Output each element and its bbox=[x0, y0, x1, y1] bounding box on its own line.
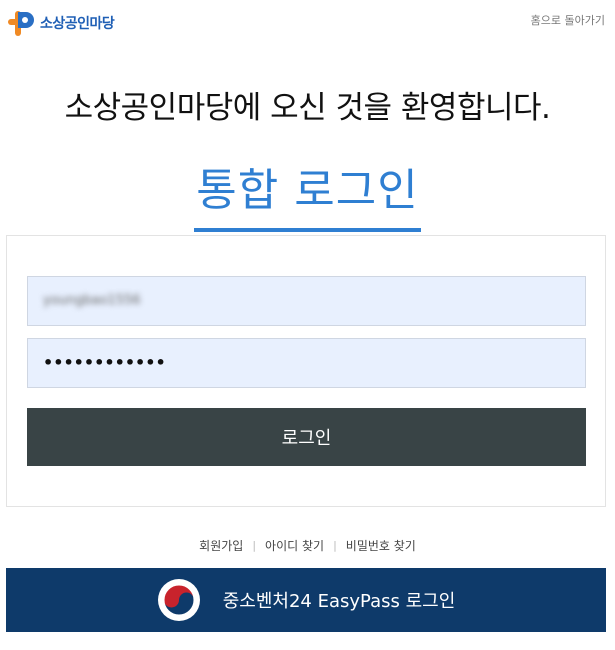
login-button[interactable]: 로그인 bbox=[27, 408, 586, 466]
password-value: •••••••••••• bbox=[43, 353, 166, 372]
taegeuk-emblem-icon bbox=[157, 579, 200, 621]
signup-link[interactable]: 회원가입 bbox=[199, 537, 243, 554]
find-id-link[interactable]: 아이디 찾기 bbox=[265, 537, 324, 554]
user-id-value: youngbao1556 bbox=[43, 293, 141, 308]
link-separator: | bbox=[333, 539, 337, 552]
user-id-input[interactable]: youngbao1556 bbox=[27, 276, 586, 326]
logo-text: 소상공인마당 bbox=[40, 16, 115, 32]
welcome-message: 소상공인마당에 오신 것을 환영합니다. bbox=[64, 90, 551, 126]
easypass-login-button[interactable]: 중소벤처24 EasyPass 로그인 bbox=[6, 568, 606, 632]
title-wrap: 통합 로그인 bbox=[0, 160, 615, 232]
link-separator: | bbox=[252, 539, 257, 552]
header: 소상공인마당 홈으로 돌아가기 bbox=[0, 0, 615, 44]
login-form: youngbao1556 •••••••••••• 로그인 bbox=[6, 235, 606, 507]
account-links: 회원가입 | 아이디 찾기 | 비밀번호 찾기 bbox=[0, 537, 615, 554]
site-logo[interactable]: 소상공인마당 bbox=[6, 8, 115, 38]
page-title: 통합 로그인 bbox=[194, 160, 421, 232]
easypass-label: 중소벤처24 EasyPass 로그인 bbox=[222, 591, 456, 612]
find-password-link[interactable]: 비밀번호 찾기 bbox=[346, 537, 416, 554]
logo-icon bbox=[8, 11, 34, 36]
home-link[interactable]: 홈으로 돌아가기 bbox=[531, 12, 605, 28]
password-input[interactable]: •••••••••••• bbox=[27, 338, 586, 388]
login-page: 소상공인마당 홈으로 돌아가기 소상공인마당에 오신 것을 환영합니다. 통합 … bbox=[0, 0, 615, 650]
